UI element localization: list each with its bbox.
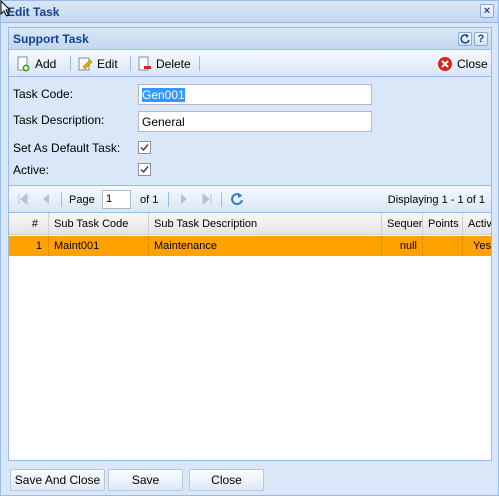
sub-task-code-cell: Maint001 xyxy=(49,236,149,256)
close-label: Close xyxy=(457,57,488,71)
toolbar: Add Edit Delete Close xyxy=(9,50,491,77)
active-cell: Yes xyxy=(473,240,491,252)
support-task-panel: Support Task ? Add Edit Delete Close Tas… xyxy=(8,27,492,461)
task-description-label: Task Description: xyxy=(13,113,105,127)
save-and-close-button[interactable]: Save And Close xyxy=(10,469,105,491)
page-number-input[interactable]: 1 xyxy=(102,190,131,209)
window-title: Edit Task xyxy=(7,5,60,19)
active-label: Active: xyxy=(13,163,50,177)
edit-icon xyxy=(78,57,93,71)
table-row[interactable]: 1 Maint001 Maintenance null Yes xyxy=(9,236,491,256)
first-page-icon[interactable] xyxy=(17,193,29,205)
active-checkbox[interactable] xyxy=(138,163,151,176)
default-task-checkbox[interactable] xyxy=(138,141,151,154)
close-footer-button[interactable]: Close xyxy=(189,469,264,491)
mouse-cursor-icon xyxy=(0,0,12,17)
check-icon xyxy=(140,166,149,174)
sub-task-description-cell: Maintenance xyxy=(149,236,382,256)
delete-button[interactable]: Delete xyxy=(136,54,191,74)
task-form: Task Code: Gen001 Task Description: Gene… xyxy=(9,77,491,177)
sequence-cell: null xyxy=(382,236,423,256)
add-button[interactable]: Add xyxy=(15,54,56,74)
column-header-number[interactable]: # xyxy=(9,213,49,235)
page-label: Page xyxy=(69,194,95,206)
refresh-icon[interactable] xyxy=(229,191,245,207)
column-header-sub-task-code[interactable]: Sub Task Code xyxy=(49,213,149,235)
edit-task-window: Edit Task × Support Task ? Add Edit Dele… xyxy=(0,0,499,496)
panel-header: Support Task ? xyxy=(9,28,491,50)
panel-title: Support Task xyxy=(13,32,89,46)
grid-header: # Sub Task Code Sub Task Description Seq… xyxy=(9,213,491,235)
delete-icon xyxy=(138,56,151,71)
help-icon[interactable]: ? xyxy=(474,32,488,46)
task-code-label: Task Code: xyxy=(13,87,74,101)
delete-label: Delete xyxy=(156,57,191,71)
task-description-input[interactable]: General xyxy=(138,111,372,132)
close-circle-icon xyxy=(438,57,452,71)
points-cell xyxy=(423,236,463,256)
page-number-value: 1 xyxy=(106,193,113,205)
task-code-value: Gen001 xyxy=(142,88,185,102)
row-number: 1 xyxy=(9,236,49,256)
task-code-input[interactable]: Gen001 xyxy=(138,84,372,105)
default-task-label: Set As Default Task: xyxy=(13,141,121,155)
column-header-active[interactable]: Activ xyxy=(463,213,491,235)
task-description-value: General xyxy=(142,115,185,129)
close-button[interactable]: Close xyxy=(437,54,488,74)
close-window-icon[interactable]: × xyxy=(480,4,494,18)
window-header: Edit Task × xyxy=(1,1,498,23)
check-icon xyxy=(140,144,149,152)
edit-button[interactable]: Edit xyxy=(77,54,118,74)
next-page-icon[interactable] xyxy=(177,193,189,205)
column-header-points[interactable]: Points xyxy=(423,213,463,235)
prev-page-icon[interactable] xyxy=(41,193,53,205)
paging-toolbar: Page 1 of 1 Displaying 1 - 1 of 1 xyxy=(9,185,491,213)
last-page-icon[interactable] xyxy=(201,193,213,205)
add-icon xyxy=(17,56,30,72)
add-label: Add xyxy=(35,57,57,71)
refresh-panel-icon[interactable] xyxy=(458,32,472,46)
column-header-sub-task-description[interactable]: Sub Task Description xyxy=(149,213,382,235)
save-button[interactable]: Save xyxy=(108,469,183,491)
page-count-label: of 1 xyxy=(140,194,159,206)
column-header-sequence[interactable]: Sequer xyxy=(382,213,423,235)
displaying-label: Displaying 1 - 1 of 1 xyxy=(387,194,485,206)
edit-label: Edit xyxy=(97,57,118,71)
